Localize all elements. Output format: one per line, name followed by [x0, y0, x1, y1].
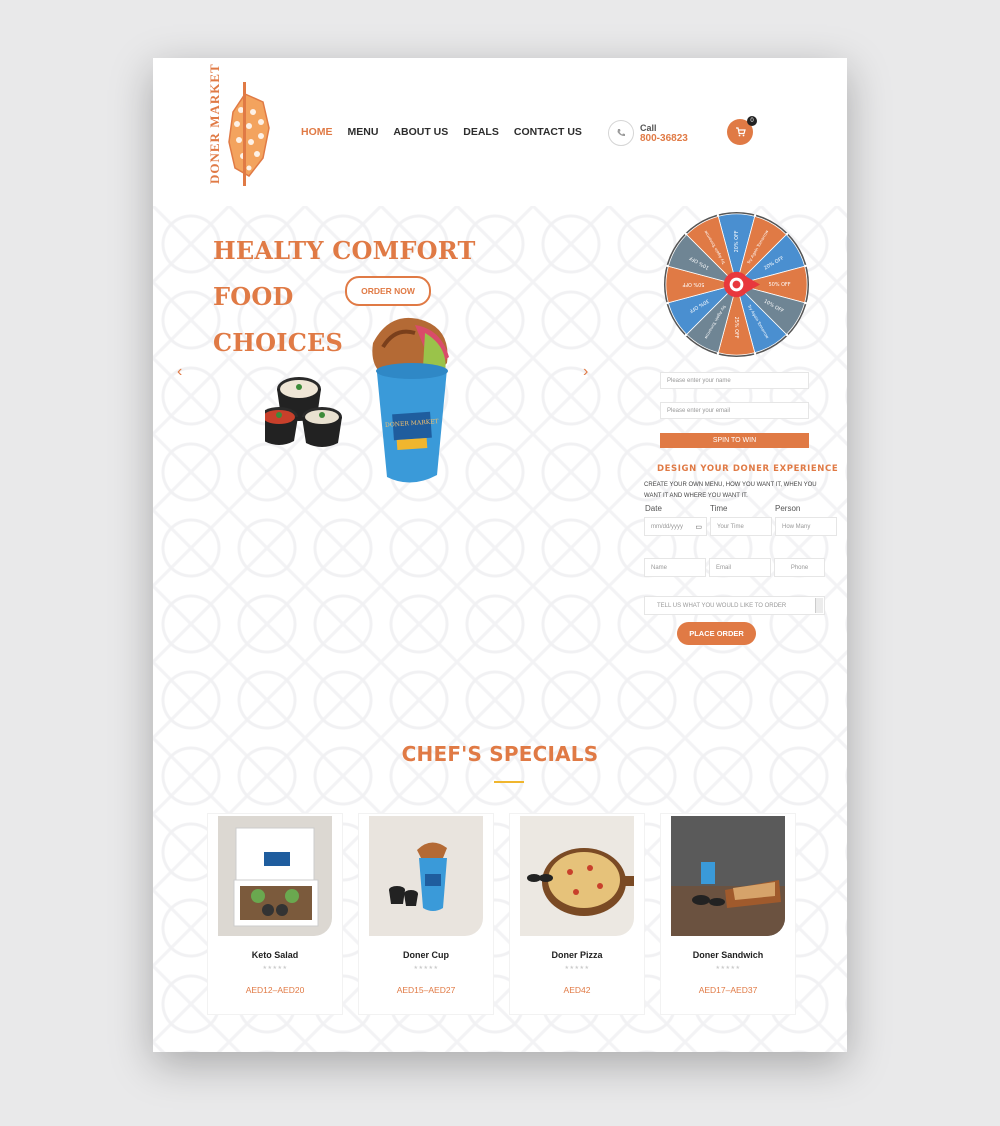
message-placeholder: TELL US WHAT YOU WOULD LIKE TO ORDER: [657, 602, 787, 609]
wheel-rim-dot: [804, 301, 807, 305]
sauce-cups: [265, 377, 342, 447]
nav-about-us[interactable]: ABOUT US: [393, 126, 448, 138]
wheel-rim-dot: [684, 333, 688, 337]
date-placeholder: mm/dd/yyyy: [651, 523, 684, 530]
wheel-rim-dot: [716, 214, 720, 217]
wheel-rim-dot: [666, 301, 669, 305]
product-image-keto-salad[interactable]: [218, 816, 332, 936]
nav-contact-us[interactable]: CONTACT US: [514, 126, 582, 138]
product-name[interactable]: Doner Cup: [359, 950, 493, 960]
wheel-rim-dot: [716, 352, 720, 355]
logo[interactable]: DONER MARKET: [205, 63, 275, 190]
specials-title: CHEF'S SPECIALS: [401, 742, 599, 766]
wheel-rim-dot: [684, 232, 688, 236]
product-name[interactable]: Keto Salad: [208, 950, 342, 960]
calendar-icon[interactable]: ▭: [695, 523, 702, 531]
product-card[interactable]: Doner Sandwich ★★★★★ AED17–AED37: [660, 813, 796, 1015]
product-card[interactable]: Keto Salad ★★★★★ AED12–AED20: [207, 813, 343, 1015]
wheel-segment-label: 25% OFF: [733, 317, 739, 339]
website-page: DONER MARKET HOME MENU ABOUT US DEALS CO…: [153, 58, 847, 1052]
wheel-email-input[interactable]: Please enter your email: [660, 402, 809, 419]
product-name[interactable]: Doner Pizza: [510, 950, 644, 960]
hero-title-line1: HEALTY COMFORT FOOD: [213, 236, 476, 311]
email-input[interactable]: Email: [709, 558, 771, 577]
person-label: Person: [775, 504, 801, 513]
product-price: AED42: [563, 985, 591, 995]
design-description: CREATE YOUR OWN MENU, HOW YOU WANT IT, W…: [644, 482, 817, 499]
wheel-name-input[interactable]: Please enter your name: [660, 372, 809, 389]
design-title: DESIGN YOUR DONER EXPERIENCE: [657, 464, 839, 474]
time-label: Time: [710, 504, 728, 513]
product-image-doner-cup[interactable]: [369, 816, 483, 936]
call-label: Call: [640, 122, 657, 133]
spin-wheel[interactable]: 20% OFF Try Again Tomorrow20% OFF50% OFF1…: [663, 211, 810, 358]
specials-divider: [494, 781, 524, 783]
doner-cup: DONER MARKET: [372, 317, 449, 483]
how-many-input[interactable]: How Many: [775, 517, 837, 536]
product-price: AED12–AED20: [245, 985, 305, 995]
time-input[interactable]: Your Time: [710, 517, 772, 536]
wheel-rim-dot: [753, 214, 757, 217]
wheel-rim-dot: [753, 352, 757, 355]
cart-icon: [735, 127, 746, 137]
date-input[interactable]: mm/dd/yyyy ▭: [644, 517, 707, 536]
product-card[interactable]: Doner Pizza ★★★★★ AED42: [509, 813, 645, 1015]
hero-food-image: DONER MARKET: [265, 317, 449, 483]
nav-deals[interactable]: DEALS: [463, 126, 499, 138]
nav-home[interactable]: HOME: [301, 126, 333, 138]
main-nav: HOME MENU ABOUT US DEALS CONTACT US: [301, 126, 582, 138]
cart-button[interactable]: 0: [727, 116, 757, 145]
wheel-segment-label: 50% OFF: [682, 281, 704, 287]
rating-stars: ★★★★★: [413, 965, 439, 971]
call-info[interactable]: Call 800-36823: [608, 120, 688, 146]
doner-logo-icon: [228, 82, 270, 186]
wheel-rim-dot: [804, 264, 807, 268]
chevron-right-icon[interactable]: ›: [583, 363, 588, 381]
place-order-button[interactable]: PLACE ORDER: [677, 622, 756, 645]
product-card[interactable]: Doner Cup ★★★★★ AED15–AED27: [358, 813, 494, 1015]
order-now-button[interactable]: ORDER NOW: [345, 276, 431, 306]
rating-stars: ★★★★★: [262, 965, 288, 971]
rating-stars: ★★★★★: [564, 965, 590, 971]
date-label: Date: [645, 504, 662, 513]
chevron-left-icon[interactable]: ‹: [177, 363, 182, 381]
phone-number[interactable]: 800-36823: [640, 133, 688, 144]
wheel-segment-label: 20% OFF: [734, 230, 740, 252]
rating-stars: ★★★★★: [715, 965, 741, 971]
product-price: AED15–AED27: [396, 985, 456, 995]
wheel-segment-label: 50% OFF: [769, 282, 791, 288]
wheel-rim-dot: [666, 264, 669, 268]
product-price: AED17–AED37: [698, 985, 758, 995]
order-message-textarea[interactable]: TELL US WHAT YOU WOULD LIKE TO ORDER: [644, 596, 825, 615]
phone-icon: [608, 120, 634, 146]
textarea-scrollbar[interactable]: [815, 598, 823, 613]
spin-to-win-button[interactable]: SPIN TO WIN: [660, 433, 809, 448]
product-image-doner-sandwich[interactable]: [671, 816, 785, 936]
cart-count-badge: 0: [747, 116, 757, 126]
product-image-doner-pizza[interactable]: [520, 816, 634, 936]
wheel-rim-dot: [785, 333, 789, 337]
wheel-rim-dot: [785, 232, 789, 236]
nav-menu[interactable]: MENU: [348, 126, 379, 138]
product-name[interactable]: Doner Sandwich: [661, 950, 795, 960]
phone-input[interactable]: Phone: [774, 558, 825, 577]
name-input[interactable]: Name: [644, 558, 706, 577]
